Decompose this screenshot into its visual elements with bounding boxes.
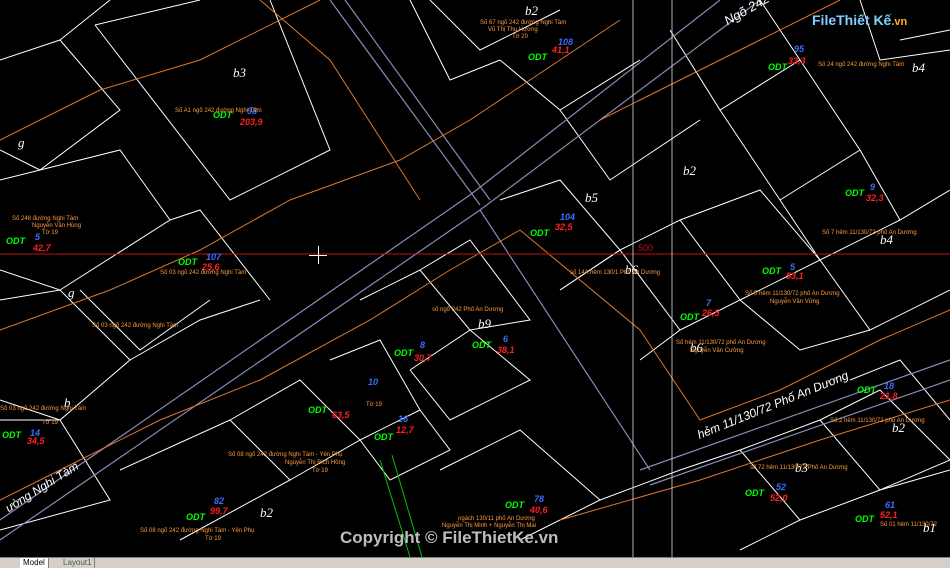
parcel-number: 107 (206, 252, 222, 262)
parcel-address: số ngõ 242 Phố An Dương (432, 307, 504, 313)
zone-label: b2 (683, 163, 696, 178)
grid-value-label: 500 (638, 243, 654, 253)
parcel-owner: Nguyễn Văn Hùng (32, 223, 82, 229)
parcel-address: Số 01 hẻm 11/130/72 (880, 522, 937, 528)
parcel-number: 82 (214, 496, 225, 506)
layout-tab-bar: Model Layout1 (0, 557, 950, 568)
parcel-number: 18 (884, 381, 895, 391)
logo-main: FileThiết Kế (812, 12, 892, 28)
parcel-area: 32,3 (866, 193, 884, 203)
parcel-land-use: ODT (374, 432, 393, 442)
parcel-address: Số 24 ngõ 242 đường Nghi Tàm (818, 62, 905, 68)
parcel-area: 21,8 (880, 391, 898, 401)
parcel-number: 7 (706, 298, 712, 308)
parcel-area: 30,7 (414, 353, 432, 363)
parcel-sheet: Tờ 19 (42, 230, 58, 236)
parcel-area: 32,5 (555, 222, 573, 232)
parcel-area: 203,9 (240, 117, 263, 127)
parcel-land-use: ODT (178, 257, 197, 267)
parcel-land-use: ODT (857, 385, 876, 395)
parcel-address: Số 03 ngõ 242 đường Nghi Tàm (92, 323, 179, 329)
copyright-watermark: Copyright © FileThietKe.vn (340, 528, 559, 547)
parcel-land-use: ODT (530, 228, 549, 238)
parcel-land-use: ODT (528, 52, 547, 62)
parcel-land-use: ODT (768, 62, 787, 72)
parcel-area: 40,6 (530, 505, 548, 515)
parcel-land-use: ODT (472, 340, 491, 350)
parcel-sheet: Tờ 20 (512, 34, 528, 40)
drawing-canvas[interactable]: 500 Ngõ 242 ường Nghi Tàm hẻm 11/130/72 … (0, 0, 950, 557)
parcel-land-use: ODT (762, 266, 781, 276)
parcel-address: số 14A hẻm 130/1 Phố An Dương (570, 270, 661, 276)
parcel-number: 16 (398, 414, 409, 424)
parcel-owner: Nguyễn Thị Bích Hồng (285, 460, 346, 466)
zone-label: b2 (260, 505, 273, 520)
parcel-area: 41,1 (552, 45, 570, 55)
parcel-number: 61 (885, 500, 896, 510)
parcel-address: Số 08 ngõ 242 đường Nghi Tàm - Yên Phụ (228, 452, 343, 458)
parcel-address: Số 67 ngõ 242 đường Nghi Tàm (480, 20, 567, 26)
parcel-number: 95 (794, 44, 805, 54)
parcel-number: 6 (503, 334, 509, 344)
parcel-area: 12,7 (396, 425, 414, 435)
parcel-land-use: ODT (505, 500, 524, 510)
parcel-number: 8 (420, 340, 426, 350)
parcel-land-use: ODT (845, 188, 864, 198)
parcel-area: 34,5 (27, 436, 45, 446)
parcel-land-use: ODT (186, 512, 205, 522)
zone-label: g (18, 135, 25, 150)
parcel-land-use: ODT (6, 236, 25, 246)
brand-logo: FileThiết Kế.vn (812, 12, 907, 28)
parcel-address: Số A1 ngõ 242 đường Nghi Tàm (175, 108, 262, 114)
parcel-address: Số 03 ngõ 242 đường Nghi Tàm (160, 270, 247, 276)
zone-label: b4 (912, 60, 925, 75)
parcel-owner: Nguyễn Văn Cường (690, 348, 744, 354)
parcel-area: 99,7 (210, 506, 228, 516)
parcel-address: ngách 130/11 phố An Dương (458, 516, 535, 522)
parcel-number: 78 (534, 494, 545, 504)
parcel-sheet: Tờ 19 (42, 420, 58, 426)
parcel-area: 42,7 (33, 243, 51, 253)
parcel-number: 5 (35, 232, 41, 242)
parcel-area: 38,1 (497, 345, 515, 355)
parcel-address: Số 7 hẻm 11/130/72 phố An Dương (822, 230, 917, 236)
parcel-address: Số 08 ngõ 242 đường Nghi Tàm - Yên Phụ (140, 528, 255, 534)
parcel-area: 53,1 (786, 271, 804, 281)
parcel-area: 26,5 (702, 308, 720, 318)
zone-label: b2 (525, 3, 538, 18)
parcel-land-use: ODT (855, 514, 874, 524)
zone-label: g (68, 285, 75, 300)
parcel-number: 52 (776, 482, 787, 492)
parcel-address: Tờ 19 (366, 402, 382, 408)
parcel-number: 104 (560, 212, 576, 222)
parcel-area: 52,1 (880, 510, 898, 520)
zone-label: b9 (478, 316, 491, 331)
parcel-land-use: ODT (2, 430, 21, 440)
logo-suffix: .vn (891, 16, 908, 28)
parcel-land-use: ODT (394, 348, 413, 358)
parcel-area: 63,5 (332, 410, 350, 420)
parcel-area: 52,0 (770, 493, 788, 503)
parcel-area: 33,3 (788, 56, 806, 66)
parcel-land-use: ODT (680, 312, 699, 322)
zone-label: b3 (233, 65, 246, 80)
parcel-owner: Vũ Thị Thu Hương (488, 27, 538, 33)
parcel-land-use: ODT (308, 405, 327, 415)
parcel-address: Số 03 ngõ 242 đường Nghi Tàm (0, 406, 87, 412)
crosshair-cursor-horizontal (309, 255, 327, 256)
parcel-number: 9 (870, 182, 876, 192)
zone-label: b5 (585, 190, 598, 205)
parcel-sheet: Tờ 19 (205, 536, 221, 542)
parcel-address: số 72 hẻm 11/130/72 Phố An Dương (750, 465, 848, 471)
parcel-address: Số 2 hẻm 11/130/72 phố An Dương (830, 418, 925, 424)
parcel-land-use: ODT (745, 488, 764, 498)
parcel-address: Số 5 hẻm 11/130/72 phố An Dương (745, 291, 840, 297)
parcel-number: 10 (368, 377, 379, 387)
parcel-address: Số hẻm 11/130/72 phố An Dương (676, 340, 766, 346)
parcel-sheet: Tờ 19 (312, 468, 328, 474)
parcel-owner: Nguyễn Văn Vững (770, 299, 820, 305)
parcel-address: Số 248 đường Nghi Tàm (12, 216, 79, 222)
